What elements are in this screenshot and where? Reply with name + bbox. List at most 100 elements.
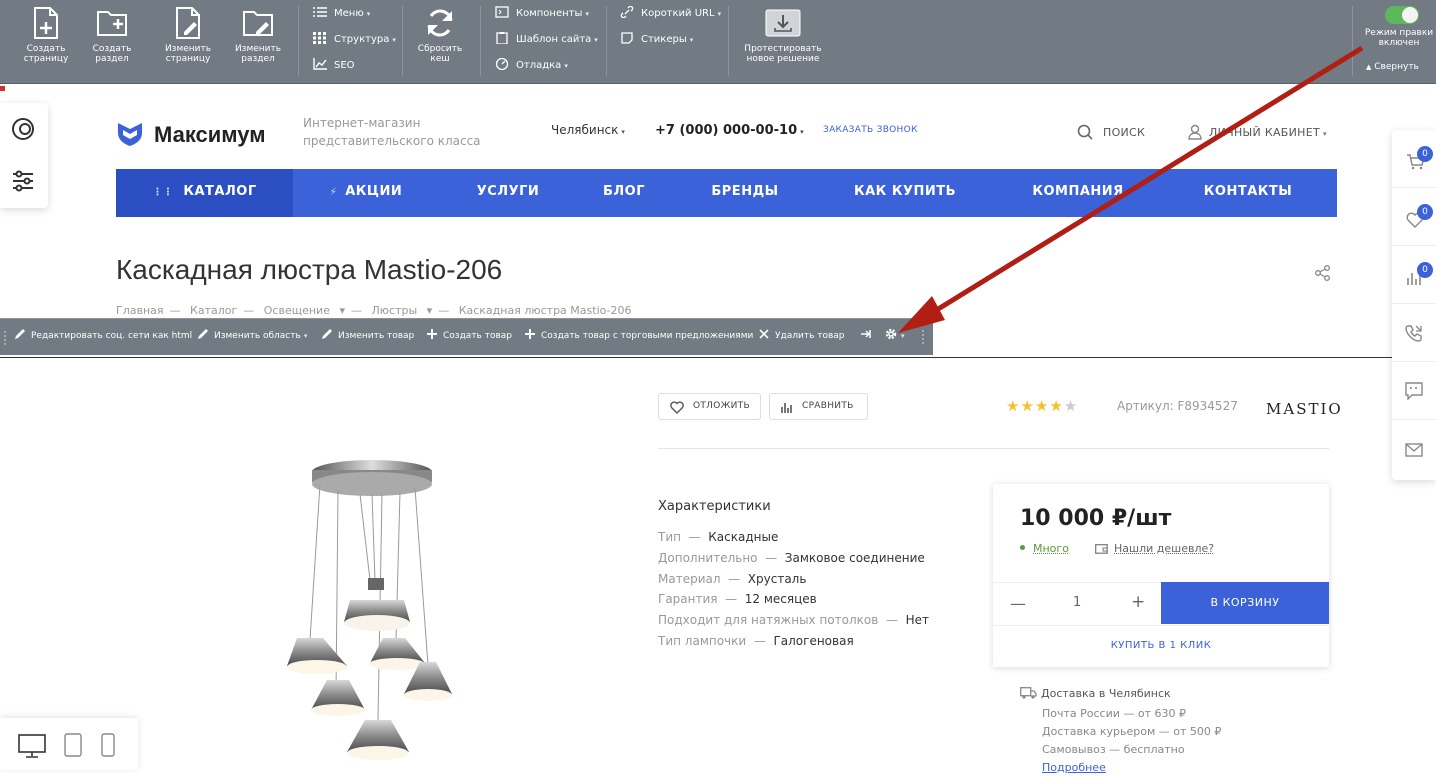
plus-button[interactable]: + — [1131, 592, 1145, 612]
quantity-value[interactable]: 1 — [1073, 595, 1081, 610]
create-product-button[interactable]: Создать товар — [426, 319, 512, 356]
breadcrumb-item[interactable]: Освещение ▾ — [264, 304, 345, 317]
divider — [0, 357, 1436, 358]
edit-mode-toggle[interactable] — [1385, 6, 1419, 24]
compare-list-button[interactable]: 0 — [1392, 246, 1436, 304]
rating-stars[interactable]: ★★★★★ — [1006, 397, 1078, 415]
compare-button[interactable]: СРАВНИТЬ — [769, 393, 868, 420]
plus-icon — [524, 321, 536, 339]
delivery-title: Доставка в Челябинск — [1041, 687, 1171, 700]
stickers-item[interactable]: Стикеры ▾ — [620, 32, 693, 46]
drag-handle-icon[interactable] — [4, 331, 8, 345]
personal-cabinet-link[interactable]: ЛИЧНЫЙ КАБИНЕТ ▾ — [1187, 124, 1327, 143]
debug-label: Отладка — [516, 60, 562, 71]
clear-cache-label: Сбросить кеш — [417, 44, 463, 64]
pin-icon[interactable] — [860, 319, 874, 356]
toolbar-label: Изменить товар — [338, 331, 415, 341]
short-url-item[interactable]: Короткий URL ▾ — [620, 5, 721, 20]
close-icon — [758, 321, 770, 339]
nav-item-sales[interactable]: ⚡ АКЦИИ — [316, 169, 416, 217]
structure-item[interactable]: Структура ▾ — [313, 32, 396, 46]
theme-icon[interactable] — [11, 117, 35, 145]
nav-item-contacts[interactable]: КОНТАКТЫ — [1200, 169, 1296, 217]
characteristic-row: Дополнительно — Замковое соединение — [658, 551, 925, 565]
nav-item-catalog[interactable]: ⋮⋮ КАТАЛОГ — [116, 169, 293, 217]
nav-item-blog[interactable]: БЛОГ — [594, 169, 654, 217]
drag-handle-icon[interactable] — [922, 330, 928, 344]
settings-sliders-icon[interactable] — [11, 169, 35, 197]
edit-page-button[interactable]: Изменить страницу — [158, 6, 218, 64]
gear-icon[interactable]: ▾ — [884, 319, 905, 356]
nav-item-brands[interactable]: БРЕНДЫ — [706, 169, 784, 217]
callback-side-button[interactable] — [1392, 304, 1436, 362]
components-item[interactable]: Компоненты ▾ — [495, 6, 589, 20]
favorites-button[interactable]: 0 — [1392, 188, 1436, 246]
nav-item-company[interactable]: КОМПАНИЯ — [1028, 169, 1128, 217]
create-product-offers-button[interactable]: Создать товар с торговыми предложениями — [524, 319, 753, 356]
star-filled-icon[interactable]: ★ — [1006, 397, 1020, 415]
mobile-icon[interactable] — [101, 733, 115, 761]
breadcrumb-item[interactable]: Главная — [116, 304, 164, 317]
email-button[interactable] — [1392, 420, 1436, 478]
right-floating-bar: 0 0 0 — [1392, 130, 1436, 480]
desktop-icon[interactable] — [18, 734, 46, 762]
product-image[interactable] — [200, 440, 530, 770]
found-cheaper-link[interactable]: Нашли дешевле? — [1095, 542, 1214, 557]
star-empty-icon[interactable]: ★ — [1064, 397, 1078, 415]
collapse-button[interactable]: ▲ Свернуть — [1366, 62, 1419, 72]
chat-button[interactable] — [1392, 362, 1436, 420]
search-button[interactable]: ПОИСК — [1077, 124, 1145, 143]
nav-item-how-to-buy[interactable]: КАК КУПИТЬ — [850, 169, 960, 217]
test-solution-button[interactable]: Протестировать новое решение — [742, 6, 824, 64]
put-aside-button[interactable]: ОТЛОЖИТЬ — [658, 393, 761, 420]
callback-link[interactable]: ЗАКАЗАТЬ ЗВОНОК — [823, 125, 918, 135]
stock-dot-icon — [1020, 545, 1025, 550]
breadcrumb-item[interactable]: Каталог — [190, 304, 237, 317]
star-filled-icon[interactable]: ★ — [1035, 397, 1049, 415]
add-to-cart-button[interactable]: В КОРЗИНУ — [1161, 582, 1329, 624]
device-preview-switcher — [0, 718, 138, 770]
edit-social-html-button[interactable]: Редактировать соц. сети как html — [14, 319, 192, 356]
characteristic-name: Материал — [658, 572, 721, 586]
mail-icon — [1405, 442, 1423, 461]
site-template-item[interactable]: Шаблон сайта ▾ — [495, 32, 598, 46]
star-filled-icon[interactable]: ★ — [1049, 397, 1063, 415]
breadcrumb-item[interactable]: Люстры ▾ — [372, 304, 433, 317]
chevron-down-icon: ▾ — [800, 128, 804, 136]
tablet-icon[interactable] — [64, 733, 82, 761]
seo-label: SEO — [334, 60, 355, 71]
edit-area-button[interactable]: Изменить область ▾ — [197, 319, 307, 356]
debug-item[interactable]: Отладка ▾ — [495, 57, 568, 72]
menu-item[interactable]: Меню ▾ — [313, 6, 370, 20]
delivery-more-link[interactable]: Подробнее — [1020, 759, 1221, 777]
edit-section-icon — [242, 6, 274, 40]
clear-cache-button[interactable]: Сбросить кеш — [410, 6, 470, 64]
edit-product-button[interactable]: Изменить товар — [321, 319, 414, 356]
share-icon[interactable] — [1315, 265, 1331, 285]
article-number: Артикул: F8934527 — [1117, 399, 1238, 413]
left-tools-panel — [0, 103, 48, 208]
stock-status[interactable]: Много — [1020, 542, 1069, 555]
delivery-line: Доставка курьером — от 500 ₽ — [1042, 725, 1222, 738]
buy-one-click-button[interactable]: КУПИТЬ В 1 КЛИК — [993, 640, 1329, 651]
cart-button[interactable]: 0 — [1392, 130, 1436, 188]
create-page-button[interactable]: Создать страницу — [16, 6, 76, 64]
site-logo[interactable]: Максимум — [116, 119, 266, 151]
breadcrumb-current: Каскадная люстра Mastio-206 — [458, 304, 632, 317]
phone-label: +7 (000) 000-00-10 — [655, 123, 798, 138]
characteristic-value: Каскадные — [708, 530, 779, 544]
phone-number[interactable]: +7 (000) 000-00-10 ▾ — [655, 123, 804, 138]
edit-section-button[interactable]: Изменить раздел — [228, 6, 288, 64]
breadcrumb-label: Люстры — [371, 304, 418, 317]
create-section-button[interactable]: Создать раздел — [82, 6, 142, 64]
nav-label: УСЛУГИ — [476, 184, 540, 199]
minus-button[interactable]: — — [1010, 594, 1026, 613]
nav-item-services[interactable]: УСЛУГИ — [466, 169, 550, 217]
compare-label: СРАВНИТЬ — [802, 401, 854, 411]
delete-product-button[interactable]: Удалить товар — [758, 319, 845, 356]
brand-logo[interactable]: MASTIO — [1266, 400, 1343, 418]
star-filled-icon[interactable]: ★ — [1020, 397, 1034, 415]
seo-item[interactable]: SEO — [313, 58, 355, 72]
test-solution-label: Протестировать новое решение — [744, 44, 822, 64]
city-selector[interactable]: Челябинск ▾ — [551, 123, 625, 137]
